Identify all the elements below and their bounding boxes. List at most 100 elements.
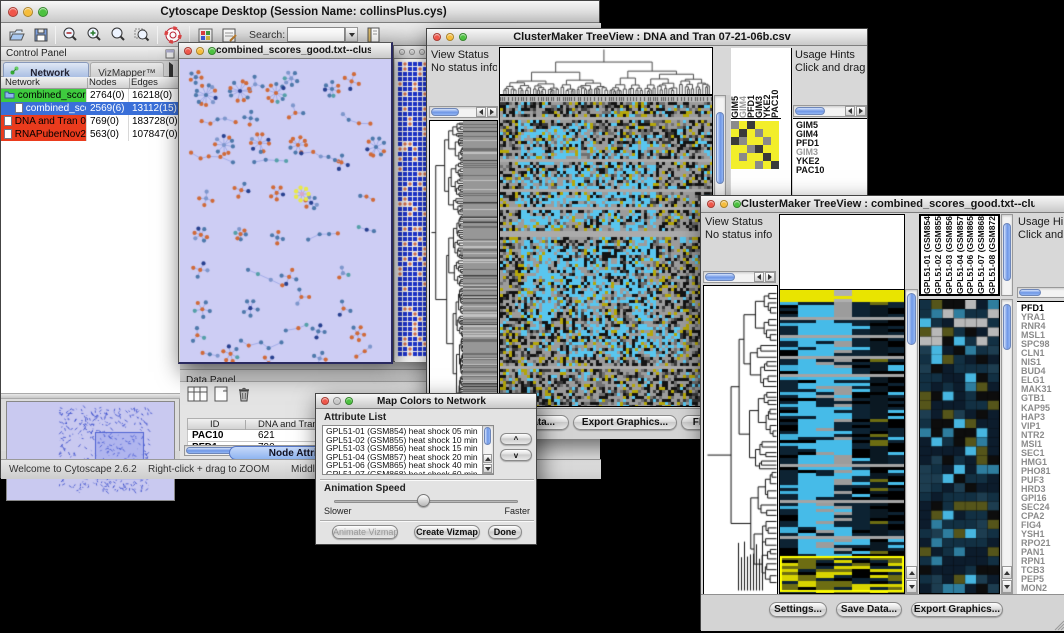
tv1-global-pixel-canvas[interactable]: [463, 121, 497, 407]
settings-button[interactable]: Settings...: [769, 602, 827, 617]
col-header-nodes[interactable]: Nodes: [89, 77, 116, 89]
tv1-column-dendrogram-canvas[interactable]: [500, 48, 712, 94]
birdseye-view[interactable]: [6, 401, 175, 501]
zoom-button[interactable]: [733, 200, 741, 208]
panel-splitter[interactable]: [1, 393, 180, 399]
column-label[interactable]: GPL51-02 (GSM855): [933, 216, 944, 294]
zoom-selected-icon[interactable]: [109, 26, 127, 44]
birdseye-canvas[interactable]: [7, 402, 174, 500]
vscroll-thumb[interactable]: [716, 112, 724, 184]
summary-cell[interactable]: [771, 161, 779, 169]
save-icon[interactable]: [32, 26, 50, 44]
zoom-actual-icon[interactable]: [133, 26, 151, 44]
resize-grip[interactable]: [1053, 619, 1064, 631]
tv2-zoom-view[interactable]: [919, 299, 1000, 594]
summary-cell[interactable]: [755, 145, 763, 153]
delete-attribute-icon[interactable]: [235, 385, 253, 404]
tv1-column-dendrogram[interactable]: [499, 47, 713, 95]
close-button[interactable]: [321, 397, 329, 405]
close-button[interactable]: [8, 7, 18, 17]
vscroll-thumb[interactable]: [484, 427, 491, 445]
close-button[interactable]: [433, 33, 441, 41]
summary-cell[interactable]: [771, 121, 779, 129]
summary-cell[interactable]: [747, 129, 755, 137]
summary-cell[interactable]: [755, 129, 763, 137]
attribute-table-icon[interactable]: [187, 386, 209, 403]
column-label[interactable]: GPL51-03 (GSM856): [944, 216, 955, 294]
close-button[interactable]: [399, 49, 405, 55]
minimize-button[interactable]: [196, 47, 204, 55]
tv2-heatmap[interactable]: [779, 289, 905, 594]
vscroll-thumb[interactable]: [1003, 223, 1011, 281]
speed-slider-thumb[interactable]: [417, 494, 430, 507]
gene-label[interactable]: MON2: [1021, 584, 1064, 593]
summary-cell[interactable]: [771, 129, 779, 137]
tv1-hints-hscrollbar[interactable]: [793, 105, 867, 117]
summary-cell[interactable]: [739, 137, 747, 145]
summary-cell[interactable]: [747, 153, 755, 161]
summary-cell[interactable]: [747, 161, 755, 169]
tab-vizmapper[interactable]: VizMapper™: [90, 62, 164, 77]
summary-cell[interactable]: [763, 129, 771, 137]
hscroll-thumb[interactable]: [1019, 289, 1041, 296]
summary-cell[interactable]: [771, 137, 779, 145]
minimize-button[interactable]: [409, 49, 415, 55]
close-button[interactable]: [707, 200, 715, 208]
hscroll-thumb[interactable]: [795, 107, 825, 115]
tv2-heat-vscrollbar[interactable]: [905, 289, 918, 594]
summary-cell[interactable]: [747, 121, 755, 129]
summary-cell[interactable]: [755, 121, 763, 129]
tv2-zoom-canvas[interactable]: [920, 300, 999, 593]
summary-cell[interactable]: [755, 137, 763, 145]
search-dropdown-button[interactable]: [345, 27, 358, 42]
summary-cell[interactable]: [739, 129, 747, 137]
tv2-global-view[interactable]: [703, 285, 778, 595]
summary-cell[interactable]: [763, 153, 771, 161]
column-label[interactable]: GIM3: [755, 48, 763, 118]
summary-cell[interactable]: [739, 145, 747, 153]
tv1-global-view[interactable]: [429, 120, 498, 408]
close-button[interactable]: [184, 47, 192, 55]
hscroll-thumb[interactable]: [705, 273, 735, 281]
network-row-selected[interactable]: combined_sco 2569(6) 13112(15): [1, 102, 180, 115]
summary-cell[interactable]: [747, 137, 755, 145]
network-row[interactable]: DNA and Tran 07 769(0) 183728(0): [1, 115, 180, 128]
dialog-titlebar[interactable]: Map Colors to Network: [316, 394, 536, 409]
search-input[interactable]: [287, 27, 345, 42]
network-row[interactable]: combined_scores 2764(0) 16218(0): [1, 89, 180, 102]
export-graphics-button[interactable]: Export Graphics...: [911, 602, 1003, 617]
summary-cell[interactable]: [763, 121, 771, 129]
zoom-button[interactable]: [459, 33, 467, 41]
move-up-button[interactable]: ^: [500, 433, 532, 445]
column-label[interactable]: GIM4: [739, 48, 747, 118]
summary-cell[interactable]: [739, 153, 747, 161]
done-button[interactable]: Done: [488, 525, 522, 539]
column-label[interactable]: YKE2: [763, 48, 771, 118]
tv1-summary-heatmap[interactable]: [731, 121, 779, 169]
column-label[interactable]: PFD1: [747, 48, 755, 118]
column-label[interactable]: GPL51-07 (GSM868): [976, 216, 987, 294]
column-label[interactable]: PAC10: [771, 48, 779, 118]
save-data-button[interactable]: Save Data...: [836, 602, 902, 617]
network-row[interactable]: RNAPuberNov2+ 563(0) 107847(0): [1, 128, 180, 141]
summary-cell[interactable]: [763, 137, 771, 145]
summary-cell[interactable]: [731, 161, 739, 169]
tab-network[interactable]: Network: [3, 62, 89, 77]
col-header-edges[interactable]: Edges: [131, 77, 158, 89]
column-label[interactable]: GPL51-08 (GSM872): [987, 216, 998, 294]
column-label[interactable]: GPL51-01 (GSM854): [922, 216, 933, 294]
export-graphics-button[interactable]: Export Graphics...: [573, 415, 677, 430]
treeview1-titlebar[interactable]: ClusterMaker TreeView : DNA and Tran 07-…: [427, 29, 867, 46]
tv2-zoom-vscrollbar[interactable]: [1001, 299, 1013, 594]
tv2-hints-hscrollbar[interactable]: [1017, 287, 1064, 298]
zoom-in-icon[interactable]: [85, 26, 103, 44]
create-vizmap-button[interactable]: Create Vizmap: [414, 525, 480, 539]
summary-cell[interactable]: [747, 145, 755, 153]
tv1-row-dendrogram-canvas[interactable]: [430, 121, 463, 407]
hscroll-thumb[interactable]: [431, 108, 459, 116]
vscroll-thumb[interactable]: [1003, 304, 1011, 350]
zoom-button[interactable]: [419, 49, 425, 55]
row-label[interactable]: PAC10: [796, 166, 867, 175]
summary-cell[interactable]: [739, 121, 747, 129]
tv2-row-dendrogram-canvas[interactable]: [704, 286, 777, 594]
